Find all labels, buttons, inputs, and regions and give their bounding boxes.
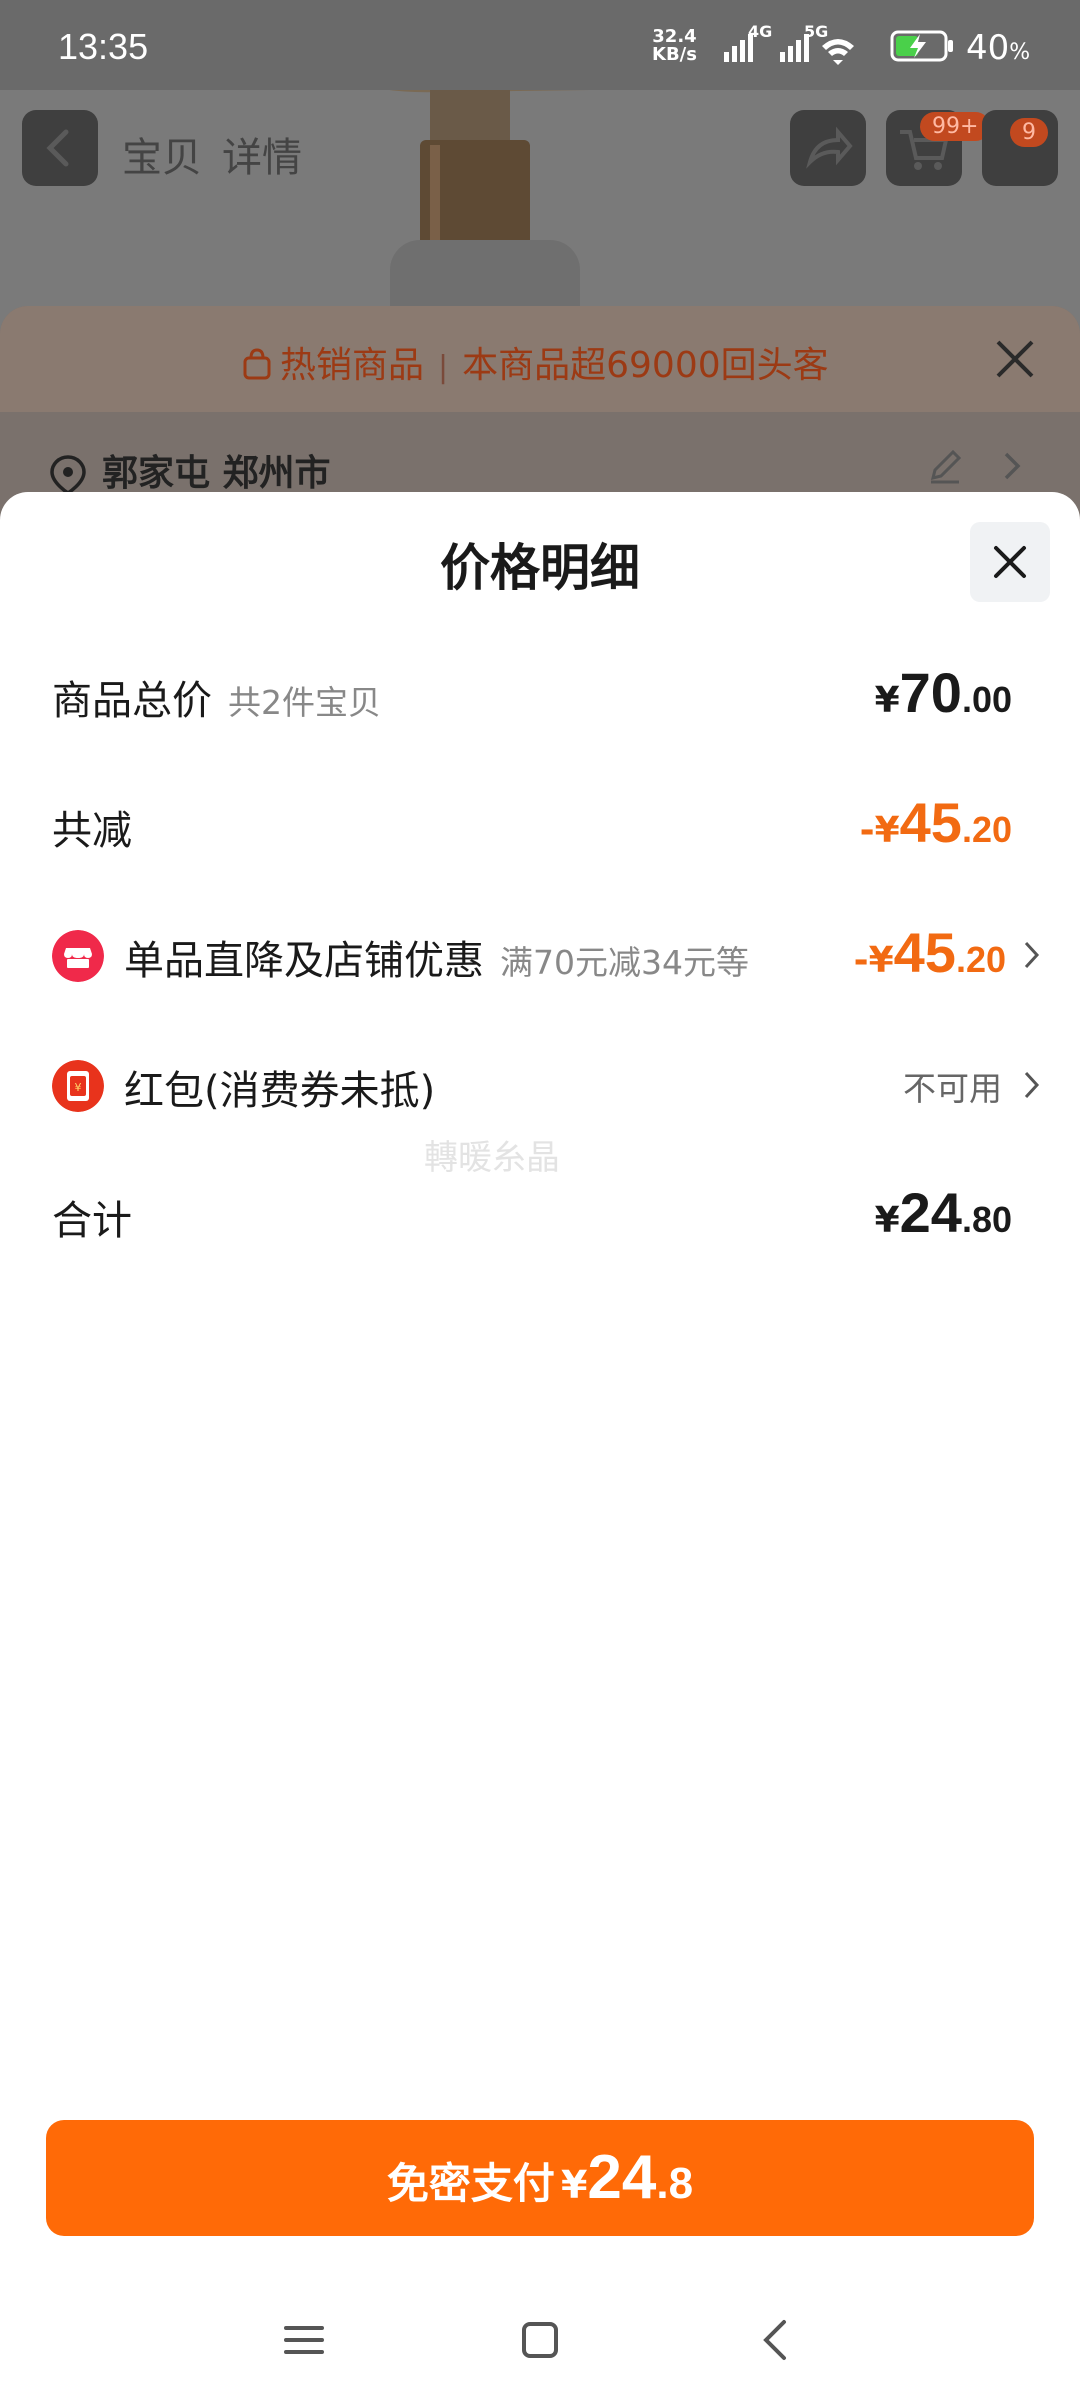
total-discount-label: 共减	[52, 808, 132, 854]
network-4g-label: 4G	[748, 22, 773, 41]
close-icon	[994, 546, 1026, 578]
password-free-pay-button[interactable]: 免密支付 ¥24.8	[46, 2120, 1034, 2236]
home-icon[interactable]	[510, 2310, 570, 2370]
battery-percent: 40%	[966, 28, 1031, 68]
share-button-bg	[790, 110, 866, 186]
tab-baobei-bg: 宝贝	[122, 135, 202, 181]
shop-icon	[52, 930, 104, 982]
location-pin-icon	[50, 455, 86, 496]
chevron-right-icon	[1024, 941, 1040, 969]
total-discount-amount: -¥45.20	[859, 791, 1012, 854]
hot-sale-tag: 热销商品	[280, 345, 425, 386]
back-button-bg	[22, 110, 98, 186]
total-discount-row: 共减 -¥45.20	[52, 786, 1042, 866]
hot-sale-banner: 热销商品 | 本商品超69000回头客	[0, 306, 1080, 412]
network-5g-label: 5G	[804, 22, 829, 41]
message-count-badge: 9	[1010, 118, 1048, 147]
red-packet-status: 不可用	[903, 1069, 1002, 1108]
total-amount: ¥24.80	[874, 1181, 1012, 1244]
subtotal-row: 商品总价 共2件宝贝 ¥70.00	[52, 656, 1042, 736]
price-detail-sheet: 价格明细 商品总价 共2件宝贝 ¥70.00 共减 -¥45.20 单品直降及店铺…	[0, 492, 1080, 2400]
chevron-right-icon	[1024, 1071, 1040, 1099]
shop-discount-row[interactable]: 单品直降及店铺优惠 满70元减34元等 -¥45.20	[52, 916, 1042, 996]
shop-discount-amount: -¥45.20	[853, 921, 1006, 984]
shopping-bag-icon	[243, 348, 271, 380]
sheet-title: 价格明细	[440, 539, 640, 597]
hot-sale-message: 本商品超69000回头客	[462, 345, 829, 386]
system-nav-bar	[0, 2280, 1080, 2400]
cart-count-badge: 99+	[920, 112, 991, 141]
chevron-right-icon	[1004, 452, 1021, 480]
svg-text:¥: ¥	[75, 1081, 82, 1094]
address-text: 郭家屯 郑州市	[102, 453, 331, 494]
edit-icon	[930, 449, 962, 484]
subtotal-label: 商品总价	[52, 678, 212, 724]
pay-amount: 24	[587, 2143, 657, 2212]
total-row: 合计 ¥24.80	[52, 1176, 1042, 1256]
item-count: 共2件宝贝	[228, 683, 381, 722]
status-time: 13:35	[58, 26, 149, 67]
total-label: 合计	[52, 1198, 132, 1244]
menu-icon[interactable]	[274, 2310, 334, 2370]
close-icon	[996, 340, 1034, 378]
pay-button-label: 免密支付	[386, 2159, 555, 2208]
shop-discount-label: 单品直降及店铺优惠	[124, 938, 484, 984]
watermark: 轉暖糸晶	[424, 1138, 560, 1178]
subtotal-amount: ¥70.00	[874, 661, 1012, 724]
red-packet-icon: ¥	[52, 1060, 104, 1112]
tab-detail-bg: 详情	[222, 135, 302, 181]
close-button[interactable]	[970, 522, 1050, 602]
back-icon[interactable]	[746, 2310, 806, 2370]
network-speed: 32.4 KB/s	[652, 26, 697, 65]
status-bar: 13:35 32.4 KB/s 4G 5G 40%	[0, 0, 1080, 90]
shop-discount-rule: 满70元减34元等	[500, 943, 749, 982]
red-packet-label: 红包(消费券未抵)	[124, 1068, 436, 1114]
red-packet-row[interactable]: ¥ 红包(消费券未抵) 不可用	[52, 1046, 1042, 1126]
